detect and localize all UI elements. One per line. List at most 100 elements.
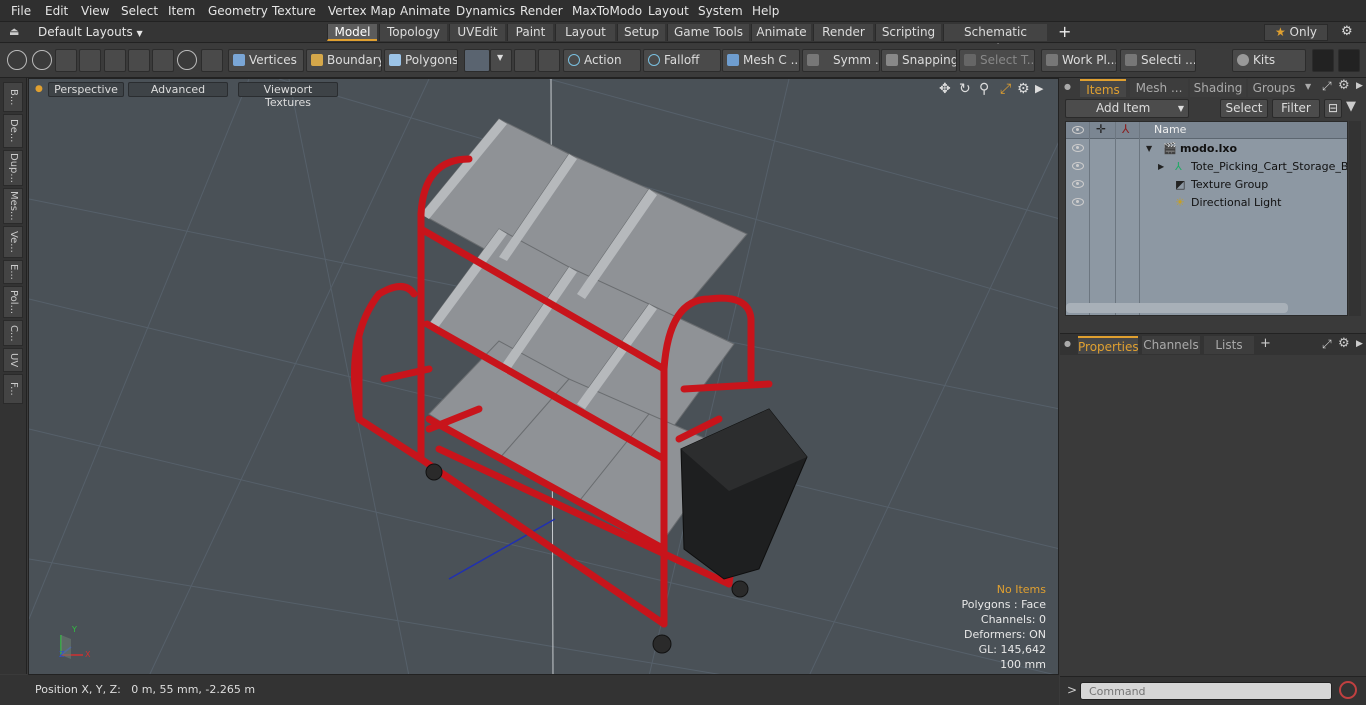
horizontal-scrollbar[interactable] bbox=[1066, 303, 1288, 313]
snapping-button[interactable]: Snapping bbox=[881, 49, 957, 72]
add-tab-button[interactable]: + bbox=[1058, 22, 1071, 41]
visibility-eye-icon[interactable] bbox=[1072, 144, 1084, 152]
menu-file[interactable]: File bbox=[11, 4, 31, 18]
menu-item[interactable]: Item bbox=[168, 4, 195, 18]
tab-shading[interactable]: Shading bbox=[1190, 79, 1246, 97]
viewport-gear-icon[interactable]: ⚙ bbox=[1017, 81, 1030, 97]
tab-lists[interactable]: Lists bbox=[1204, 336, 1254, 354]
left-tab-basic[interactable]: B... bbox=[3, 82, 23, 112]
funnel-icon[interactable]: ▼ bbox=[1346, 99, 1356, 114]
tab-scripting[interactable]: Scripting bbox=[875, 24, 941, 41]
items-panel-dot[interactable]: ● bbox=[1064, 82, 1071, 91]
tab-paint[interactable]: Paint bbox=[507, 24, 553, 41]
3d-viewport[interactable]: ● Perspective Advanced Viewport Textures… bbox=[28, 78, 1059, 675]
symmetry-button[interactable]: Symm ... bbox=[802, 49, 880, 72]
visibility-eye-icon[interactable] bbox=[1072, 198, 1084, 206]
tab-setup[interactable]: Setup bbox=[617, 24, 665, 41]
left-tab-polygon[interactable]: Pol... bbox=[3, 286, 23, 318]
brush-icon[interactable] bbox=[79, 49, 101, 72]
tab-channels[interactable]: Channels bbox=[1142, 336, 1200, 354]
menu-animate[interactable]: Animate bbox=[400, 4, 450, 18]
menu-edit[interactable]: Edit bbox=[45, 4, 68, 18]
menu-dynamics[interactable]: Dynamics bbox=[456, 4, 515, 18]
work-plane-button[interactable]: Work Pl... bbox=[1041, 49, 1117, 72]
pen-tool-icon[interactable] bbox=[55, 49, 77, 72]
collapse-icon[interactable]: ⊟ bbox=[1324, 99, 1342, 118]
panel-gear-icon[interactable]: ⚙ bbox=[1338, 78, 1350, 93]
tab-groups[interactable]: Groups bbox=[1248, 79, 1300, 97]
tote-picking-cart-model[interactable] bbox=[351, 118, 808, 654]
properties-gear-icon[interactable]: ⚙ bbox=[1338, 336, 1350, 351]
pan-icon[interactable]: ✥ bbox=[939, 81, 951, 97]
tab-topology[interactable]: Topology bbox=[379, 24, 447, 41]
visibility-eye-icon[interactable] bbox=[1072, 162, 1084, 170]
panel-expand-icon[interactable]: ⤢ bbox=[1322, 79, 1332, 94]
pie-icon[interactable] bbox=[177, 50, 197, 70]
unity-icon[interactable] bbox=[1312, 49, 1334, 72]
menu-select[interactable]: Select bbox=[121, 4, 158, 18]
left-tab-uv[interactable]: UV bbox=[3, 348, 23, 372]
rotate-icon[interactable]: ↻ bbox=[959, 81, 971, 97]
tab-game-tools[interactable]: Game Tools bbox=[667, 24, 749, 41]
add-properties-tab-button[interactable]: + bbox=[1260, 336, 1271, 351]
viewport-menu-dot[interactable]: ● bbox=[35, 84, 43, 94]
tree-row-mesh[interactable]: ▶ ⅄ Tote_Picking_Cart_Storage_B... bbox=[1066, 158, 1348, 176]
zoom-icon[interactable]: ⚲ bbox=[979, 81, 989, 97]
items-list[interactable]: ✛ ⅄ Name ▼ 🎬 modo.lxo ▶ ⅄ Tote_Picking_C… bbox=[1065, 121, 1348, 316]
tab-layout[interactable]: Layout bbox=[555, 24, 615, 41]
only-toggle[interactable]: ★ Only bbox=[1264, 24, 1328, 41]
visibility-eye-icon[interactable] bbox=[1072, 180, 1084, 188]
viewport-textures-button[interactable]: Viewport Textures bbox=[238, 82, 338, 109]
material-icon[interactable] bbox=[464, 49, 490, 72]
filter-button[interactable]: Filter bbox=[1272, 99, 1320, 118]
tree-row-directional-light[interactable]: ☀ Directional Light bbox=[1066, 194, 1348, 212]
left-tab-edge[interactable]: E... bbox=[3, 260, 23, 284]
action-center-button[interactable]: Action bbox=[563, 49, 641, 72]
falloff-button[interactable]: Falloff bbox=[643, 49, 721, 72]
boundary-button[interactable]: Boundary bbox=[306, 49, 382, 72]
viewport-expand-icon[interactable]: ▶ bbox=[1035, 82, 1043, 95]
align-icon[interactable] bbox=[104, 49, 126, 72]
selection-sets-button[interactable]: Selecti ... bbox=[1120, 49, 1196, 72]
perspective-button[interactable]: Perspective bbox=[48, 82, 124, 97]
tabs-dropdown-icon[interactable]: ▼ bbox=[1305, 82, 1311, 91]
menu-view[interactable]: View bbox=[81, 4, 109, 18]
tab-schematic-fusion[interactable]: Schematic Fusion bbox=[943, 24, 1047, 56]
gear-icon[interactable]: ⚙ bbox=[1341, 24, 1353, 39]
tab-items[interactable]: Items bbox=[1080, 79, 1126, 97]
vertical-scrollbar[interactable] bbox=[1349, 121, 1361, 316]
polygons-button[interactable]: Polygons bbox=[384, 49, 458, 72]
mesh-constraint-button[interactable]: Mesh C ... bbox=[722, 49, 800, 72]
properties-panel-dot[interactable]: ● bbox=[1064, 339, 1071, 348]
frame-icon[interactable] bbox=[152, 49, 174, 72]
record-icon[interactable] bbox=[1339, 681, 1357, 699]
layouts-dropdown[interactable]: Default Layouts ▼ bbox=[38, 25, 143, 39]
cube-shaded-icon[interactable] bbox=[201, 49, 223, 72]
tab-render[interactable]: Render bbox=[813, 24, 873, 41]
tab-mesh-ops[interactable]: Mesh ... bbox=[1130, 79, 1188, 97]
unreal-icon[interactable] bbox=[1338, 49, 1360, 72]
select-through-button[interactable]: Select T... bbox=[959, 49, 1035, 72]
tab-animate[interactable]: Animate bbox=[751, 24, 811, 41]
expand-down-icon[interactable]: ▼ bbox=[1146, 140, 1152, 158]
left-tab-duplicate[interactable]: Dup... bbox=[3, 150, 23, 186]
properties-expand-icon[interactable]: ⤢ bbox=[1322, 337, 1332, 352]
left-tab-deform[interactable]: De... bbox=[3, 114, 23, 148]
kits-button[interactable]: Kits bbox=[1232, 49, 1306, 72]
maximize-icon[interactable]: ⤢ bbox=[1000, 81, 1011, 97]
left-tab-fusion[interactable]: F... bbox=[3, 374, 23, 404]
snap-b-icon[interactable] bbox=[538, 49, 560, 72]
menu-help[interactable]: Help bbox=[752, 4, 779, 18]
center-icon[interactable] bbox=[128, 49, 150, 72]
vertices-button[interactable]: Vertices bbox=[228, 49, 304, 72]
globe-icon[interactable] bbox=[32, 50, 52, 70]
left-tab-vertex[interactable]: Ve... bbox=[3, 226, 23, 258]
menu-layout[interactable]: Layout bbox=[648, 4, 689, 18]
left-tab-curve[interactable]: C... bbox=[3, 320, 23, 346]
menu-maxtomodo[interactable]: MaxToModo bbox=[572, 4, 642, 18]
left-tab-mesh-edit[interactable]: Mes... bbox=[3, 188, 23, 224]
properties-arrow-icon[interactable]: ▶ bbox=[1356, 339, 1363, 349]
tree-row-texture-group[interactable]: ◩ Texture Group bbox=[1066, 176, 1348, 194]
chevron-down-icon[interactable]: ▼ bbox=[490, 49, 512, 72]
panel-arrow-icon[interactable]: ▶ bbox=[1356, 81, 1363, 91]
